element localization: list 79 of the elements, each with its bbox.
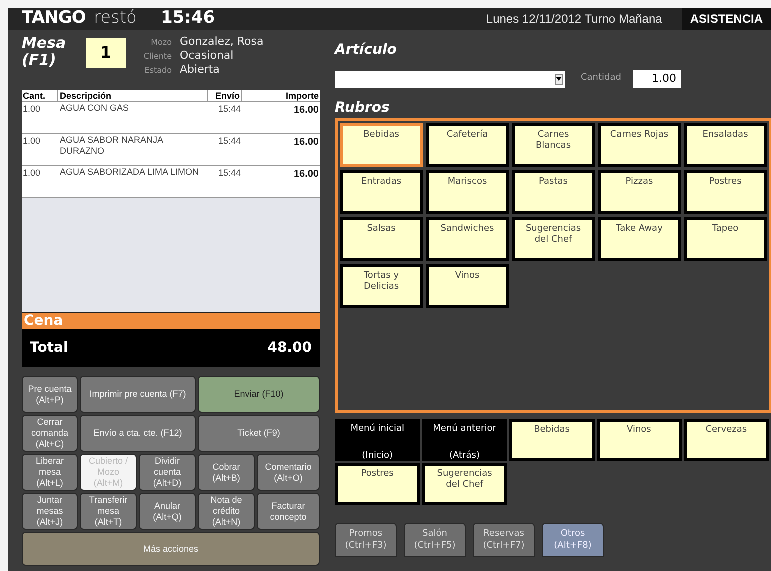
logo-subtitle: restó bbox=[94, 7, 137, 30]
category-tile[interactable]: Take Away bbox=[598, 217, 681, 261]
section-title: Rubros bbox=[335, 99, 391, 118]
category-tile[interactable]: Sugerencias del Chef bbox=[512, 217, 595, 261]
category-tile[interactable]: Bebidas bbox=[340, 123, 423, 167]
field-label: Mozo bbox=[150, 37, 172, 49]
action-button[interactable]: Nota de crédito (Alt+N) bbox=[198, 493, 255, 530]
action-button[interactable]: Comentario (Alt+O) bbox=[257, 454, 320, 491]
column-header: Descripción bbox=[58, 90, 208, 101]
table-label: Mesa (F1) bbox=[22, 35, 68, 69]
logo-text: TANGO bbox=[22, 7, 86, 30]
category-tile[interactable]: Tapeo bbox=[684, 217, 767, 261]
total-label: Total bbox=[30, 338, 68, 358]
action-button[interactable]: Ticket (F9) bbox=[198, 415, 320, 452]
table-cell-text: AGUA SABOR NARANJA DURAZNO bbox=[59, 135, 164, 157]
date-shift: Lunes 12/11/2012 Turno Mañana bbox=[486, 11, 662, 28]
nav-button[interactable]: Menú anterior (Atrás) bbox=[422, 419, 508, 461]
category-tile[interactable]: Pizzas bbox=[598, 170, 681, 214]
category-tile[interactable]: Entradas bbox=[340, 170, 423, 214]
table-cell-text: 16.00 bbox=[292, 136, 320, 150]
tab[interactable]: Promos (Ctrl+F3) bbox=[335, 523, 397, 557]
field-label: Cliente bbox=[142, 51, 172, 63]
table-cell-text: 16.00 bbox=[292, 104, 320, 118]
table-cell-text: AGUA SABORIZADA LIMA LIMON bbox=[59, 167, 200, 178]
action-button[interactable]: Imprimir pre cuenta (F7) bbox=[80, 376, 196, 413]
action-button[interactable]: Envío a cta. cte. (F12) bbox=[80, 415, 196, 452]
action-button[interactable]: Anular (Alt+Q) bbox=[139, 493, 196, 530]
table-cell-text: 1.00 bbox=[22, 103, 42, 116]
category-tile[interactable]: Sandwiches bbox=[426, 217, 509, 261]
mode-label: ASISTENCIA bbox=[682, 8, 771, 30]
table-cell-text: 15:44 bbox=[217, 167, 242, 180]
field-label: Estado bbox=[144, 65, 172, 77]
category-tile[interactable]: Cafetería bbox=[426, 123, 509, 167]
section-title: Artículo bbox=[335, 41, 398, 60]
action-button[interactable]: Pre cuenta (Alt+P) bbox=[22, 376, 78, 413]
category-tile[interactable]: Salsas bbox=[340, 217, 423, 261]
clock-time: 15:46 bbox=[160, 7, 216, 30]
category-tile[interactable]: Ensaladas bbox=[684, 123, 767, 167]
action-button[interactable]: Cobrar (Alt+B) bbox=[198, 454, 255, 491]
shortcut-tile[interactable]: Sugerencias del Chef bbox=[422, 463, 508, 505]
shortcut-tile[interactable]: Bebidas bbox=[509, 419, 595, 461]
action-button[interactable]: Facturar concepto bbox=[257, 493, 320, 530]
table-number: 1 bbox=[86, 38, 126, 68]
action-button[interactable]: Enviar (F10) bbox=[198, 376, 320, 413]
quantity-label: Cantidad bbox=[581, 72, 622, 86]
shortcut-tile[interactable]: Vinos bbox=[596, 419, 682, 461]
column-header: Envío bbox=[208, 90, 242, 101]
category-tile[interactable]: Vinos bbox=[426, 264, 509, 308]
tab[interactable]: Salón (Ctrl+F5) bbox=[404, 523, 466, 557]
action-button[interactable]: Liberar mesa (Alt+L) bbox=[22, 454, 78, 491]
column-header: Importe bbox=[284, 90, 320, 101]
table-cell-text: 15:44 bbox=[217, 135, 242, 148]
article-dropdown[interactable] bbox=[335, 70, 565, 88]
quantity-field[interactable]: 1.00 bbox=[633, 70, 682, 88]
total-value: 48.00 bbox=[268, 338, 312, 358]
action-button[interactable]: Cerrar comanda (Alt+C) bbox=[22, 415, 78, 452]
column-header: Cant. bbox=[22, 90, 58, 101]
category-tile[interactable]: Carnes Rojas bbox=[598, 123, 681, 167]
table-cell-text: 1.00 bbox=[22, 167, 42, 180]
table-cell-text: 1.00 bbox=[22, 135, 42, 148]
category-tile[interactable]: Postres bbox=[684, 170, 767, 214]
nav-button[interactable]: Menú inicial (Inicio) bbox=[335, 419, 420, 461]
shortcut-tile[interactable]: Cervezas bbox=[684, 419, 769, 461]
action-button[interactable]: Juntar mesas (Alt+J) bbox=[22, 493, 78, 530]
action-button[interactable]: Transferir mesa (Alt+T) bbox=[80, 493, 137, 530]
field-value: Abierta bbox=[180, 63, 220, 76]
table-cell-text: 15:44 bbox=[217, 103, 242, 116]
action-button[interactable]: Dividir cuenta (Alt+D) bbox=[139, 454, 196, 491]
tab[interactable]: Reservas (Ctrl+F7) bbox=[473, 523, 535, 557]
table-cell-text: 16.00 bbox=[292, 168, 320, 182]
meal-bar: Cena bbox=[22, 312, 320, 329]
field-value: Gonzalez, Rosa bbox=[180, 35, 264, 48]
category-tile[interactable]: Tortas y Delicias bbox=[340, 264, 423, 308]
field-value: Ocasional bbox=[180, 49, 234, 62]
shortcut-tile[interactable]: Postres bbox=[335, 463, 420, 505]
table-cell-text: AGUA CON GAS bbox=[59, 103, 130, 114]
category-tile[interactable]: Carnes Blancas bbox=[512, 123, 595, 167]
category-tile[interactable]: Mariscos bbox=[426, 170, 509, 214]
category-tile[interactable]: Pastas bbox=[512, 170, 595, 214]
